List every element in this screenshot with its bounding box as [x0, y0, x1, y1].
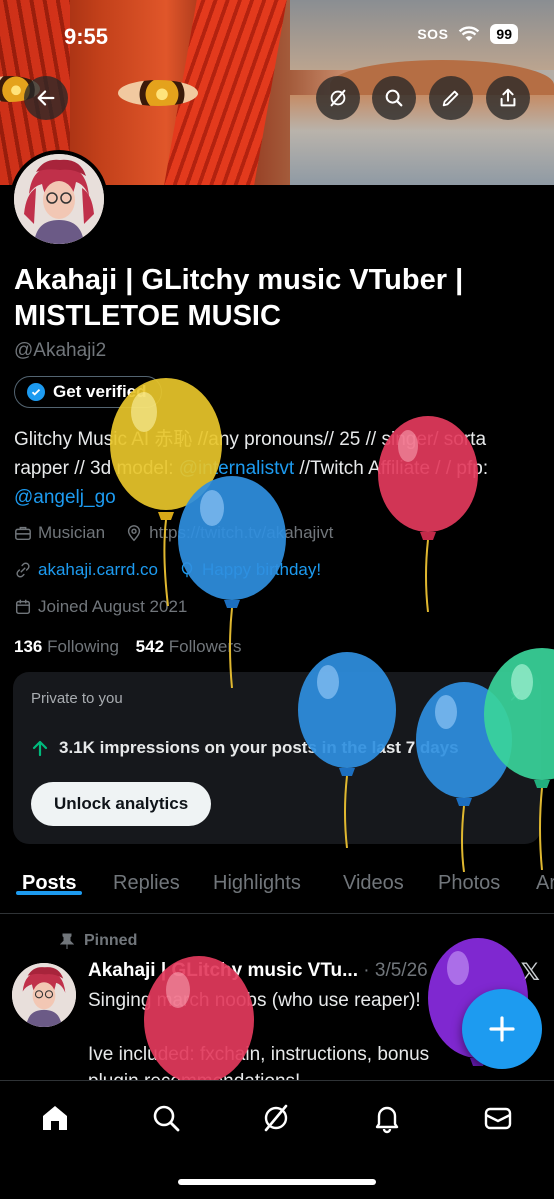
profile-avatar[interactable] — [10, 150, 108, 248]
tab-replies[interactable]: Replies — [113, 862, 180, 895]
back-arrow-icon — [37, 90, 55, 106]
analytics-card-label: Private to you — [31, 690, 123, 707]
nav-home[interactable] — [38, 1101, 72, 1135]
pinned-label: Pinned — [84, 932, 138, 949]
avatar-image — [14, 154, 104, 244]
mail-icon — [484, 1107, 512, 1130]
following-count: 136 — [14, 637, 43, 656]
plus-icon — [489, 1016, 515, 1042]
share-button[interactable] — [486, 76, 530, 120]
balloon-red — [378, 416, 478, 612]
profile-category: Musician — [38, 523, 106, 542]
nav-messages[interactable] — [481, 1101, 515, 1135]
edit-button[interactable] — [429, 76, 473, 120]
arrow-up-icon — [32, 740, 48, 757]
search-icon — [153, 1105, 180, 1132]
verified-badge-icon — [27, 383, 45, 401]
status-time: 9:55 — [64, 24, 109, 49]
profile-name: Akahaji | GLitchy music VTuber | MISTLET… — [14, 264, 464, 332]
balloon-red — [144, 956, 254, 1080]
post-text-line: Ive included: fxchain, instructions, bon… — [88, 1044, 430, 1065]
grok-icon — [330, 89, 346, 107]
unlock-analytics-button[interactable]: Unlock analytics — [31, 782, 212, 826]
pinned-indicator: Pinned — [60, 932, 137, 950]
grok-button[interactable] — [316, 76, 360, 120]
grok-icon — [264, 1104, 288, 1132]
wifi-icon — [459, 26, 480, 41]
following-link[interactable]: 136 Following — [14, 637, 119, 656]
tab-highlights[interactable]: Highlights — [213, 862, 301, 895]
tab-posts[interactable]: Posts — [15, 862, 83, 895]
post-date: · 3/5/26 — [363, 960, 428, 981]
home-indicator — [178, 1179, 376, 1185]
calendar-icon — [15, 599, 31, 615]
followers-count: 542 — [135, 637, 165, 656]
avatar-image — [12, 963, 76, 1027]
back-button[interactable] — [24, 76, 68, 120]
tab-videos[interactable]: Videos — [343, 862, 404, 895]
bio-mention-link[interactable]: @angelj_go — [14, 487, 116, 508]
nav-grok[interactable] — [259, 1101, 293, 1135]
analytics-stat-text: 3.1K impressions on your posts in the la… — [59, 738, 459, 757]
search-icon — [385, 89, 403, 107]
balloon-blue — [298, 652, 396, 848]
sos-indicator: SOS — [417, 26, 449, 42]
briefcase-icon — [15, 526, 31, 541]
pencil-icon — [442, 90, 459, 107]
status-icons: SOS 99 — [417, 24, 518, 44]
balloon-green — [484, 648, 554, 870]
search-button[interactable] — [372, 76, 416, 120]
banner-eye — [118, 80, 198, 106]
link-icon — [16, 562, 30, 578]
profile-handle: @Akahaji2 — [14, 340, 107, 361]
post-author-avatar[interactable] — [12, 963, 76, 1027]
battery-indicator: 99 — [490, 24, 518, 44]
nav-search[interactable] — [149, 1101, 183, 1135]
following-label: Following — [47, 637, 119, 656]
bell-icon — [375, 1106, 399, 1134]
share-icon — [500, 88, 516, 107]
home-icon — [43, 1106, 67, 1130]
compose-button[interactable] — [462, 989, 542, 1069]
balloon-blue — [178, 476, 286, 688]
pin-icon — [60, 933, 74, 949]
nav-notifications[interactable] — [370, 1101, 404, 1135]
